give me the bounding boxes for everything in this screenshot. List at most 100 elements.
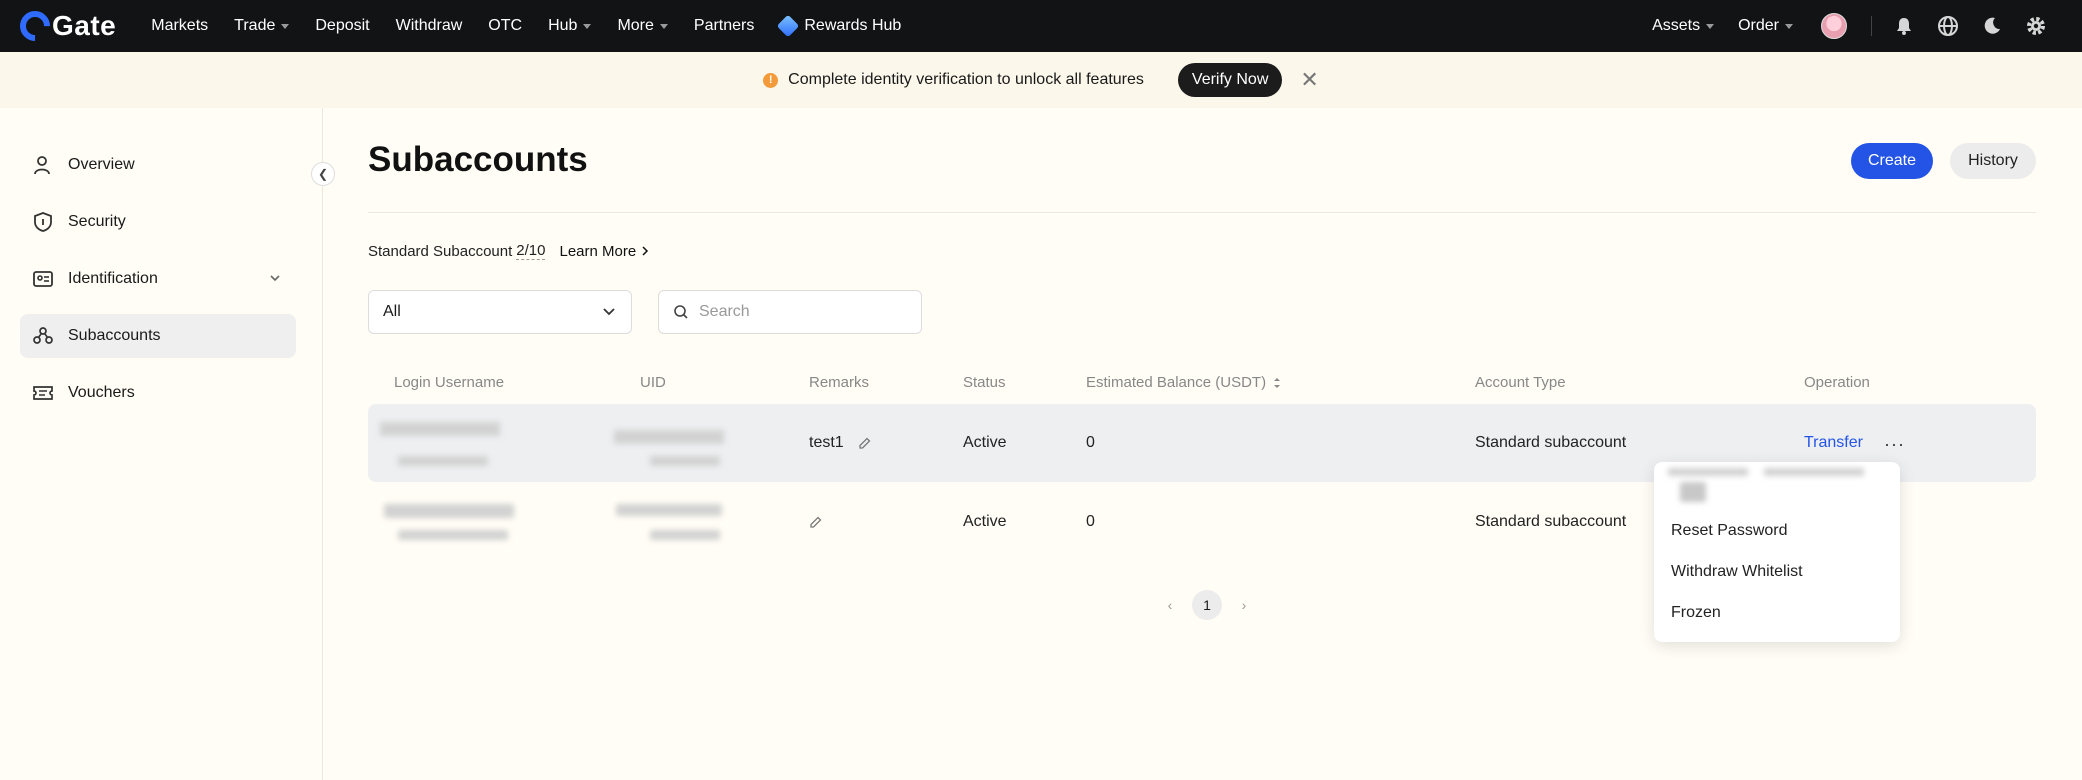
balance-cell: 0 bbox=[1086, 434, 1095, 451]
rewards-cube-icon bbox=[777, 14, 800, 38]
column-header-account-type: Account Type bbox=[1475, 374, 1566, 391]
nav-order[interactable]: Order bbox=[1738, 17, 1793, 35]
gate-logo-mark-icon bbox=[13, 4, 57, 48]
nav-label: Order bbox=[1738, 17, 1779, 34]
nav-label: Rewards Hub bbox=[804, 17, 902, 34]
remarks-cell: test1 bbox=[809, 434, 872, 452]
remarks-cell bbox=[809, 513, 823, 531]
redacted-uid bbox=[650, 530, 720, 540]
logo-text: Gate bbox=[52, 10, 117, 41]
nav-label: Partners bbox=[693, 17, 755, 34]
column-header-login-username: Login Username bbox=[394, 374, 505, 391]
account-type-cell: Standard subaccount bbox=[1475, 434, 1627, 451]
column-header-label: Estimated Balance (USDT) bbox=[1086, 374, 1267, 391]
top-nav-bar: Gate Markets Trade Deposit Withdraw OTC … bbox=[0, 0, 2082, 52]
sidebar-item-vouchers[interactable]: Vouchers bbox=[20, 371, 296, 415]
sidebar-item-label: Identification bbox=[68, 270, 158, 287]
chevron-down-icon bbox=[603, 308, 615, 316]
sidebar: Overview Security Identification Subacco… bbox=[0, 108, 323, 780]
sidebar-item-identification[interactable]: Identification bbox=[20, 257, 296, 301]
verification-banner: ! Complete identity verification to unlo… bbox=[0, 52, 2082, 108]
nav-more[interactable]: More bbox=[617, 17, 668, 35]
nav-assets[interactable]: Assets bbox=[1652, 17, 1715, 35]
user-icon bbox=[34, 156, 50, 175]
status-cell: Active bbox=[963, 434, 1007, 451]
avatar[interactable] bbox=[1821, 13, 1847, 39]
next-page-button[interactable]: › bbox=[1234, 597, 1254, 613]
balance-cell: 0 bbox=[1086, 513, 1095, 530]
nav-label: Hub bbox=[548, 17, 578, 34]
column-header-operation: Operation bbox=[1804, 374, 1870, 391]
caret-down-icon bbox=[659, 23, 668, 29]
search-field[interactable] bbox=[658, 290, 922, 334]
chevron-right-icon bbox=[642, 245, 649, 256]
account-filter-select[interactable]: All bbox=[368, 290, 632, 334]
sidebar-collapse-button[interactable]: ❮ bbox=[311, 162, 335, 186]
nav-label: Assets bbox=[1652, 17, 1701, 34]
more-options-icon[interactable]: ··· bbox=[1884, 434, 1905, 455]
account-type-cell: Standard subaccount bbox=[1475, 513, 1627, 530]
learn-more-link[interactable]: Learn More bbox=[559, 243, 650, 260]
create-button[interactable]: Create bbox=[1851, 143, 1933, 179]
redacted-menu-item bbox=[1764, 468, 1864, 476]
nav-rewards-hub[interactable]: Rewards Hub bbox=[777, 14, 902, 38]
prev-page-button[interactable]: ‹ bbox=[1160, 597, 1180, 613]
quota-label: Standard Subaccount bbox=[368, 242, 513, 260]
banner-message: Complete identity verification to unlock… bbox=[788, 71, 1144, 88]
globe-icon[interactable] bbox=[1926, 15, 1970, 37]
transfer-link[interactable]: Transfer bbox=[1804, 434, 1863, 452]
sidebar-item-security[interactable]: Security bbox=[20, 200, 296, 244]
edit-pencil-icon[interactable] bbox=[809, 515, 823, 529]
id-card-icon bbox=[33, 271, 53, 287]
caret-down-icon bbox=[583, 23, 592, 29]
status-cell: Active bbox=[963, 513, 1007, 530]
redacted-menu-item bbox=[1668, 468, 1748, 476]
nav-label: Deposit bbox=[315, 17, 370, 34]
warning-icon: ! bbox=[763, 72, 779, 88]
quota-value: 2/10 bbox=[516, 242, 546, 260]
chevron-down-icon bbox=[270, 275, 280, 282]
nav-trade[interactable]: Trade bbox=[234, 17, 290, 35]
caret-down-icon bbox=[1706, 23, 1715, 29]
filter-value: All bbox=[383, 303, 401, 320]
menu-item-withdraw-whitelist[interactable]: Withdraw Whitelist bbox=[1671, 563, 1803, 581]
verify-now-button[interactable]: Verify Now bbox=[1177, 63, 1283, 97]
bell-icon[interactable] bbox=[1882, 16, 1926, 36]
nav-label: More bbox=[617, 17, 654, 34]
sidebar-item-overview[interactable]: Overview bbox=[20, 143, 296, 187]
sidebar-item-subaccounts[interactable]: Subaccounts bbox=[20, 314, 296, 358]
caret-down-icon bbox=[1785, 23, 1793, 29]
moon-icon[interactable] bbox=[1970, 16, 2014, 36]
gear-icon[interactable] bbox=[2014, 15, 2058, 37]
search-input[interactable] bbox=[699, 303, 899, 321]
learn-more-label: Learn More bbox=[559, 242, 637, 260]
pagination: ‹ 1 › bbox=[1160, 590, 1254, 620]
nav-label: Trade bbox=[234, 17, 276, 34]
redacted-uid bbox=[614, 430, 724, 444]
divider bbox=[1871, 16, 1872, 36]
nav-right-group: Assets Order bbox=[1640, 0, 2058, 52]
edit-pencil-icon[interactable] bbox=[858, 436, 872, 450]
divider bbox=[368, 212, 2036, 213]
nav-markets[interactable]: Markets bbox=[151, 17, 208, 35]
nav-hub[interactable]: Hub bbox=[548, 17, 592, 35]
nav-withdraw[interactable]: Withdraw bbox=[396, 17, 463, 35]
gate-logo[interactable]: Gate bbox=[13, 4, 117, 48]
menu-item-frozen[interactable]: Frozen bbox=[1671, 604, 1721, 622]
sidebar-item-label: Vouchers bbox=[68, 384, 135, 401]
menu-item-reset-password[interactable]: Reset Password bbox=[1671, 522, 1788, 540]
nav-deposit[interactable]: Deposit bbox=[315, 17, 369, 35]
voucher-icon bbox=[33, 386, 53, 400]
operation-dropdown-menu: Reset Password Withdraw Whitelist Frozen bbox=[1654, 462, 1900, 642]
shield-icon bbox=[34, 212, 52, 232]
history-button[interactable]: History bbox=[1950, 143, 2036, 179]
page-number-current[interactable]: 1 bbox=[1192, 590, 1222, 620]
remarks-text: test1 bbox=[809, 434, 844, 451]
redacted-username bbox=[398, 530, 508, 540]
page-title: Subaccounts bbox=[368, 140, 588, 179]
nav-otc[interactable]: OTC bbox=[488, 17, 522, 35]
sidebar-item-label: Overview bbox=[68, 156, 135, 173]
column-header-balance[interactable]: Estimated Balance (USDT) bbox=[1086, 374, 1282, 391]
close-icon[interactable]: ✕ bbox=[1300, 67, 1318, 93]
nav-partners[interactable]: Partners bbox=[694, 17, 754, 35]
